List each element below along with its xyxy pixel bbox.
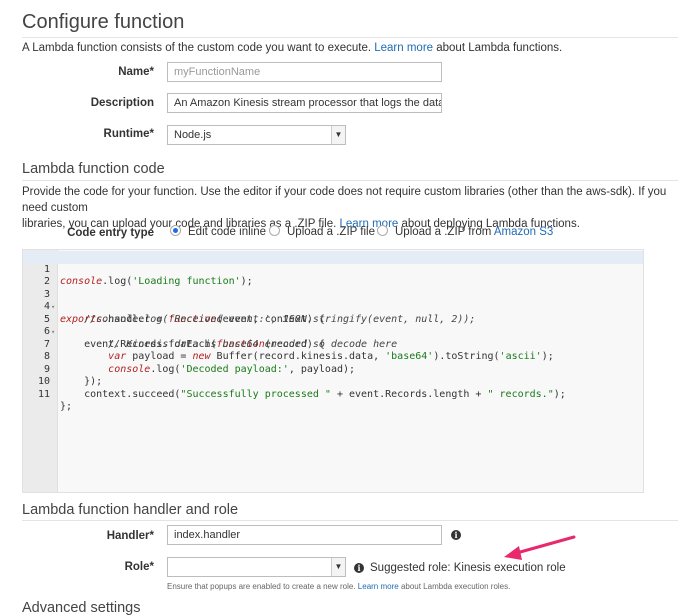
configure-intro: A Lambda function consists of the custom…	[22, 42, 563, 54]
name-label: Name*	[118, 66, 154, 78]
radio-upload-s3[interactable]: Upload a .ZIP from Amazon S3	[377, 225, 553, 238]
info-icon[interactable]: i	[354, 563, 364, 573]
code-editor[interactable]: 1 console.log('Loading function'); 2 3 ▾…	[22, 249, 644, 493]
code-line[interactable]: 1 console.log('Loading function');	[23, 251, 643, 287]
chevron-down-icon: ▼	[331, 126, 345, 144]
runtime-value: Node.js	[174, 129, 212, 141]
code-line[interactable]: 10 context.succeed("Successfully process…	[23, 364, 643, 400]
code-line[interactable]: 11 };	[23, 376, 643, 413]
code-entry-type-label: Code entry type	[67, 227, 154, 239]
radio-selected-icon	[170, 225, 181, 236]
chevron-down-icon: ▼	[331, 558, 345, 576]
role-label: Role*	[124, 561, 154, 573]
configure-function-title: Configure function	[22, 11, 185, 33]
radio-edit-inline[interactable]: Edit code inline	[170, 225, 266, 238]
name-input[interactable]: myFunctionName	[167, 62, 442, 82]
role-select[interactable]: ▼	[167, 557, 346, 577]
radio-upload-zip[interactable]: Upload a .ZIP file	[269, 225, 375, 238]
code-line[interactable]: 2	[23, 264, 643, 287]
learn-more-link[interactable]: Learn more	[374, 42, 433, 54]
handler-label: Handler*	[106, 530, 154, 542]
code-line[interactable]: 4 //console.log('Received event:', JSON.…	[23, 289, 643, 325]
radio-icon	[269, 225, 280, 236]
line-number: 11	[37, 388, 50, 400]
code-line[interactable]: 6 // Kinesis data is base64 encoded so d…	[23, 314, 643, 350]
handler-section-title: Lambda function handler and role	[22, 502, 239, 518]
code-line[interactable]: 3 ▾ exports.handler = function(event, co…	[23, 276, 643, 325]
runtime-label: Runtime*	[103, 128, 154, 140]
runtime-select[interactable]: Node.js ▼	[167, 125, 346, 145]
amazon-s3-link[interactable]: Amazon S3	[494, 226, 553, 238]
advanced-settings-title: Advanced settings	[22, 600, 141, 616]
code-section-title: Lambda function code	[22, 161, 165, 177]
divider	[22, 520, 678, 521]
code-line[interactable]: 8 console.log('Decoded payload:', payloa…	[23, 339, 643, 375]
role-hint: Ensure that popups are enabled to create…	[167, 582, 511, 591]
divider	[22, 180, 678, 181]
info-icon[interactable]: i	[451, 530, 461, 540]
code-line[interactable]: 9 });	[23, 351, 643, 388]
code-line[interactable]: 5 ▾ event.Records.forEach(function(recor…	[23, 301, 643, 350]
learn-more-link[interactable]: Learn more	[358, 582, 399, 591]
code-line[interactable]: 7 var payload = new Buffer(record.kinesi…	[23, 326, 643, 363]
annotation-arrow-icon	[504, 535, 576, 560]
description-input[interactable]: An Amazon Kinesis stream processor that …	[167, 93, 442, 113]
divider	[22, 37, 678, 38]
description-label: Description	[90, 97, 154, 109]
radio-icon	[377, 225, 388, 236]
handler-input[interactable]: index.handler	[167, 525, 442, 545]
